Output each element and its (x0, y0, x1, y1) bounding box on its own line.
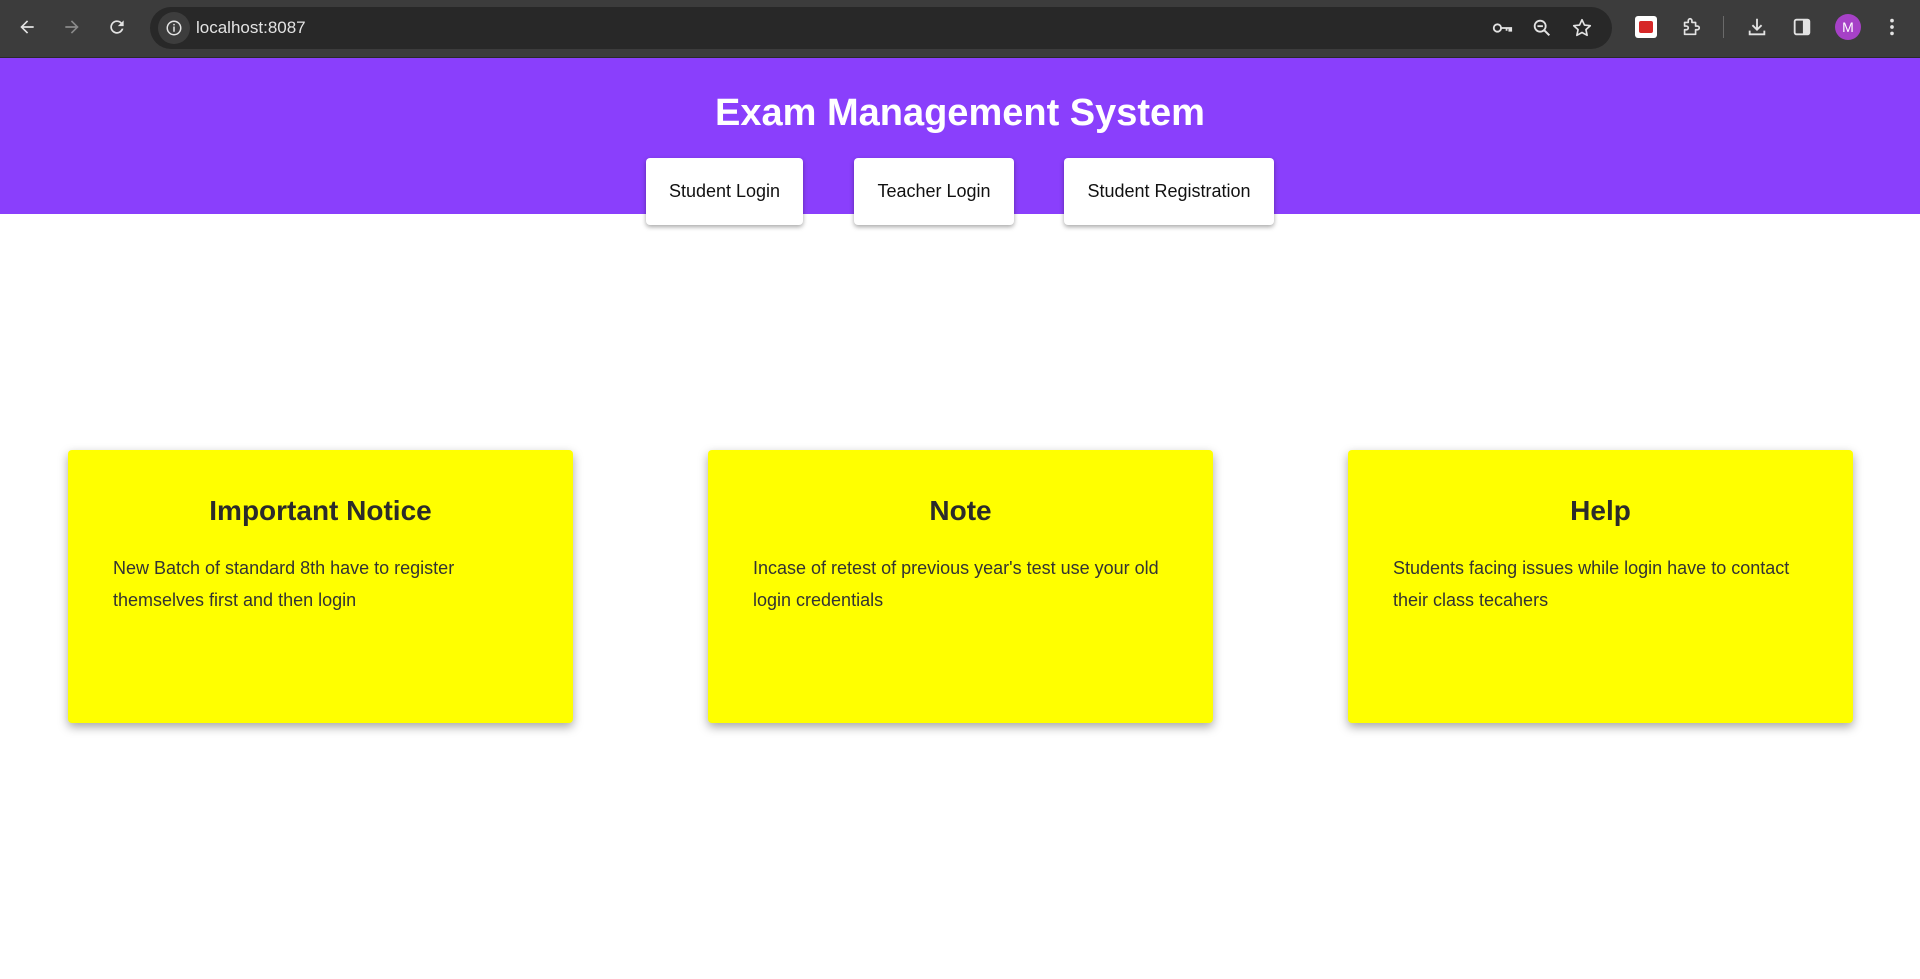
card-title: Help (1570, 495, 1631, 526)
card-title: Note (929, 495, 992, 526)
arrow-left-icon (20, 20, 34, 34)
teacher-login-button[interactable]: Teacher Login (854, 158, 1014, 225)
toolbar-divider (1723, 16, 1724, 38)
info-icon (166, 20, 182, 36)
star-icon (1572, 18, 1592, 37)
browser-toolbar: localhost:8087 M (0, 0, 1920, 58)
downloads-button[interactable] (1742, 12, 1772, 42)
pinned-extension-button[interactable] (1631, 12, 1661, 42)
student-login-button[interactable]: Student Login (646, 158, 803, 225)
page-title: Exam Management System (715, 92, 1205, 134)
arrow-right-icon (65, 20, 79, 34)
back-button[interactable] (10, 10, 44, 44)
bookmark-button[interactable] (1570, 16, 1594, 40)
note-card: Note Incase of retest of previous year's… (708, 450, 1213, 723)
side-panel-icon (1793, 18, 1811, 36)
address-bar[interactable]: localhost:8087 (150, 7, 1612, 49)
site-info-button[interactable] (158, 12, 190, 44)
red-extension-icon (1635, 16, 1657, 38)
card-text: Students facing issues while login have … (1393, 558, 1790, 610)
card-title: Important Notice (209, 495, 432, 526)
url-text[interactable]: localhost:8087 (196, 18, 306, 38)
card-text: New Batch of standard 8th have to regist… (113, 558, 455, 610)
important-notice-card: Important Notice New Batch of standard 8… (68, 450, 573, 723)
help-card: Help Students facing issues while login … (1348, 450, 1853, 723)
card-text: Incase of retest of previous year's test… (753, 558, 1159, 610)
profile-avatar[interactable]: M (1835, 14, 1861, 40)
zoom-button[interactable] (1530, 16, 1554, 40)
download-icon (1748, 18, 1766, 36)
reload-icon (110, 20, 124, 34)
kebab-menu-icon (1890, 18, 1894, 36)
zoom-icon (1533, 19, 1551, 37)
reload-button[interactable] (100, 10, 134, 44)
browser-menu-button[interactable] (1877, 12, 1907, 42)
forward-button[interactable] (55, 10, 89, 44)
password-key-button[interactable] (1490, 16, 1514, 40)
puzzle-icon (1683, 17, 1701, 36)
extensions-button[interactable] (1676, 12, 1706, 42)
student-registration-button[interactable]: Student Registration (1064, 158, 1274, 225)
side-panel-button[interactable] (1787, 12, 1817, 42)
key-icon (1492, 23, 1513, 33)
